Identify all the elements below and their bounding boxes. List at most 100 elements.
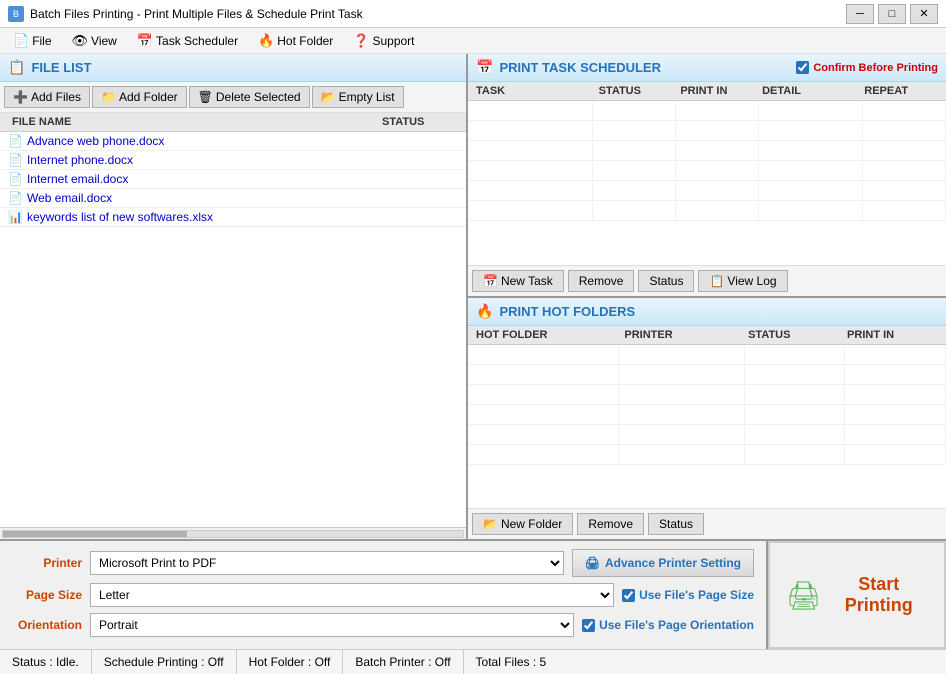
- file-name-cell: 📊 keywords list of new softwares.xlsx: [8, 210, 378, 224]
- scrollbar-thumb[interactable]: [3, 531, 187, 537]
- table-row[interactable]: 📄 Internet email.docx: [0, 170, 466, 189]
- schedule-printing-status: Schedule Printing : Off: [92, 650, 237, 674]
- minimize-button[interactable]: ─: [846, 4, 874, 24]
- hotfolder-table-header: HOT FOLDER PRINTER STATUS PRINT IN: [468, 326, 946, 345]
- status-bar: Status : Idle. Schedule Printing : Off H…: [0, 649, 946, 674]
- menu-item-hot-folder[interactable]: 🔥 Hot Folder: [249, 30, 342, 52]
- task-status-button[interactable]: Status: [638, 270, 694, 292]
- status-idle: Status : Idle.: [0, 650, 92, 674]
- table-row[interactable]: 📄 Web email.docx: [0, 189, 466, 208]
- hotfolder-header: 🔥 PRINT HOT FOLDERS: [468, 298, 946, 326]
- orientation-label: Orientation: [12, 618, 82, 632]
- confirm-checkbox-input[interactable]: [796, 61, 809, 74]
- docx-icon: 📄: [8, 134, 23, 148]
- empty-list-button[interactable]: 📂 Empty List: [312, 86, 404, 108]
- view-log-button[interactable]: 📋 View Log: [698, 270, 787, 292]
- printer-column: PRINTER: [620, 329, 744, 341]
- file-name: keywords list of new softwares.xlsx: [27, 210, 213, 224]
- file-table: FILE NAME STATUS 📄 Advance web phone.doc…: [0, 113, 466, 527]
- start-printing-button[interactable]: 🖨 Start Printing: [768, 541, 946, 649]
- task-table-header: TASK STATUS PRINT IN DETAIL REPEAT: [468, 82, 946, 101]
- menu-item-task-scheduler[interactable]: 📅 Task Scheduler: [128, 30, 247, 52]
- folder-status-button[interactable]: Status: [648, 513, 704, 535]
- bottom-controls: Printer Microsoft Print to PDF Adobe PDF…: [0, 539, 946, 649]
- hot-folder-menu-icon: 🔥: [258, 33, 274, 49]
- scheduler-header: 📅 PRINT TASK SCHEDULER Confirm Before Pr…: [468, 54, 946, 82]
- scheduler-footer: 📅 New Task Remove Status 📋 View Log: [468, 265, 946, 296]
- table-row: [468, 121, 946, 141]
- task-status-column: STATUS: [595, 85, 677, 97]
- file-status: [378, 172, 458, 186]
- xlsx-icon: 📊: [8, 210, 23, 224]
- table-row: [468, 365, 946, 385]
- table-row: [468, 181, 946, 201]
- file-name: Internet email.docx: [27, 172, 128, 186]
- menu-item-support[interactable]: ❓ Support: [344, 30, 423, 52]
- new-folder-button[interactable]: 📂 New Folder: [472, 513, 573, 535]
- printer-select[interactable]: Microsoft Print to PDF Adobe PDF Default…: [90, 551, 564, 575]
- hotfolder-print-in-column: PRINT IN: [843, 329, 942, 341]
- view-menu-label: View: [91, 34, 117, 48]
- page-size-select[interactable]: Letter A4: [90, 583, 614, 607]
- new-folder-label: New Folder: [501, 517, 562, 531]
- orientation-row: Orientation Portrait Landscape Use File'…: [12, 613, 754, 637]
- printer-row: Printer Microsoft Print to PDF Adobe PDF…: [12, 549, 754, 577]
- table-row: [468, 345, 946, 365]
- file-name: Internet phone.docx: [27, 153, 133, 167]
- detail-column: DETAIL: [758, 85, 860, 97]
- file-list-header: 📋 FILE LIST: [0, 54, 466, 82]
- table-row[interactable]: 📊 keywords list of new softwares.xlsx: [0, 208, 466, 227]
- file-name-cell: 📄 Internet email.docx: [8, 172, 378, 186]
- table-row: [468, 161, 946, 181]
- new-folder-icon: 📂: [483, 517, 498, 531]
- table-row: [468, 201, 946, 221]
- advance-printer-setting-button[interactable]: 🖨 Advance Printer Setting: [572, 549, 754, 577]
- task-status-label: Status: [649, 274, 683, 288]
- menu-item-view[interactable]: 👁 View: [63, 30, 126, 52]
- orientation-checkbox-label[interactable]: Use File's Page Orientation: [582, 618, 754, 632]
- add-folder-button[interactable]: 📁 Add Folder: [92, 86, 187, 108]
- advance-printer-icon: 🖨: [585, 556, 600, 570]
- page-size-checkbox[interactable]: [622, 589, 635, 602]
- orientation-checkbox[interactable]: [582, 619, 595, 632]
- table-row[interactable]: 📄 Advance web phone.docx: [0, 132, 466, 151]
- page-size-checkbox-label[interactable]: Use File's Page Size: [622, 588, 754, 602]
- new-task-icon: 📅: [483, 274, 498, 288]
- page-size-row: Page Size Letter A4 Use File's Page Size: [12, 583, 754, 607]
- file-list-toolbar: ➕ Add Files 📁 Add Folder 🗑 Delete Select…: [0, 82, 466, 113]
- title-bar-controls: ─ □ ✕: [846, 4, 938, 24]
- docx-icon: 📄: [8, 153, 23, 167]
- hot-folder-icon: 🔥: [476, 303, 493, 320]
- support-label: Support: [372, 34, 414, 48]
- start-print-label: Start Printing: [830, 574, 928, 616]
- maximize-button[interactable]: □: [878, 4, 906, 24]
- add-folder-label: Add Folder: [119, 90, 178, 104]
- file-status: [378, 191, 458, 205]
- view-log-icon: 📋: [709, 274, 724, 288]
- scheduler-title: 📅 PRINT TASK SCHEDULER: [476, 59, 661, 76]
- confirm-before-printing[interactable]: Confirm Before Printing: [796, 61, 938, 74]
- advance-printer-label: Advance Printer Setting: [605, 556, 741, 570]
- new-task-label: New Task: [501, 274, 553, 288]
- table-row[interactable]: 📄 Internet phone.docx: [0, 151, 466, 170]
- file-status: [378, 153, 458, 167]
- table-row: [468, 385, 946, 405]
- folder-remove-button[interactable]: Remove: [577, 513, 644, 535]
- task-remove-label: Remove: [579, 274, 624, 288]
- add-files-button[interactable]: ➕ Add Files: [4, 86, 90, 108]
- horizontal-scrollbar[interactable]: [0, 527, 466, 539]
- menu-item-file[interactable]: 📄 File: [4, 30, 61, 52]
- delete-selected-button[interactable]: 🗑 Delete Selected: [189, 86, 310, 108]
- orientation-select[interactable]: Portrait Landscape: [90, 613, 574, 637]
- scheduler-title-text: PRINT TASK SCHEDULER: [499, 60, 661, 75]
- right-panel: 📅 PRINT TASK SCHEDULER Confirm Before Pr…: [468, 54, 946, 539]
- bottom-left-controls: Printer Microsoft Print to PDF Adobe PDF…: [0, 541, 766, 649]
- task-remove-button[interactable]: Remove: [568, 270, 635, 292]
- menu-bar: 📄 File 👁 View 📅 Task Scheduler 🔥 Hot Fol…: [0, 28, 946, 54]
- print-hot-folders-section: 🔥 PRINT HOT FOLDERS HOT FOLDER PRINTER S…: [468, 298, 946, 540]
- new-task-button[interactable]: 📅 New Task: [472, 270, 564, 292]
- start-print-icon: 🖨: [786, 579, 822, 612]
- file-menu-icon: 📄: [13, 33, 29, 49]
- close-button[interactable]: ✕: [910, 4, 938, 24]
- window-title: Batch Files Printing - Print Multiple Fi…: [30, 7, 363, 21]
